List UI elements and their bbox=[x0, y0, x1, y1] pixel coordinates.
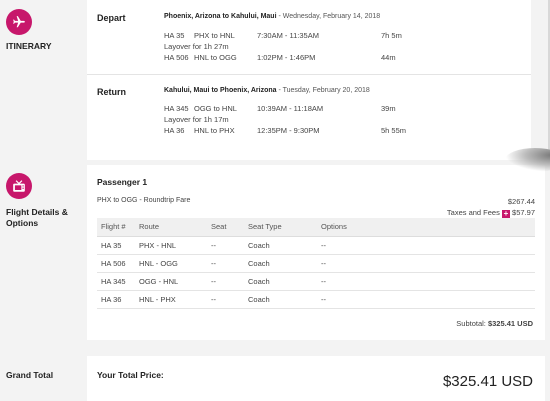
total-panel: Your Total Price: $325.41 USD bbox=[87, 356, 545, 401]
itinerary-section: ITINERARY Depart Phoenix, Arizona to Kah… bbox=[0, 0, 550, 160]
itinerary-sidebar: ITINERARY bbox=[0, 0, 84, 160]
return-seg2-route: HNL to PHX bbox=[194, 126, 235, 135]
cell-flight: HA 36 bbox=[97, 290, 135, 309]
return-seg1-duration: 39m bbox=[381, 104, 396, 113]
table-row: HA 35 PHX - HNL -- Coach -- bbox=[97, 236, 535, 255]
return-panel: Return Kahului, Maui to Phoenix, Arizona… bbox=[87, 74, 531, 160]
return-route: Kahului, Maui to Phoenix, Arizona bbox=[164, 87, 277, 94]
itinerary-label: ITINERARY bbox=[6, 41, 52, 51]
return-layover: Layover for 1h 17m bbox=[164, 115, 229, 124]
table-row: HA 36 HNL - PHX -- Coach -- bbox=[97, 290, 535, 309]
cell-seat: -- bbox=[207, 272, 244, 291]
details-label: Flight Details & Options bbox=[6, 207, 68, 229]
grand-total-label: Grand Total bbox=[6, 370, 54, 380]
details-label-line1: Flight Details & bbox=[6, 207, 68, 217]
total-price: $325.41 USD bbox=[442, 373, 533, 390]
depart-panel: Depart Phoenix, Arizona to Kahului, Maui… bbox=[87, 0, 531, 74]
return-seg1-route: OGG to HNL bbox=[194, 104, 237, 113]
passenger-panel: Passenger 1 PHX to OGG - Roundtrip Fare … bbox=[87, 165, 545, 340]
depart-seg2-route: HNL to OGG bbox=[194, 53, 237, 62]
col-options: Options bbox=[317, 218, 535, 237]
details-sidebar: Flight Details & Options bbox=[0, 165, 84, 340]
col-seat-type: Seat Type bbox=[244, 218, 317, 237]
depart-route: Phoenix, Arizona to Kahului, Maui bbox=[164, 13, 277, 20]
airplane-icon bbox=[6, 9, 32, 35]
cell-flight: HA 506 bbox=[97, 254, 135, 273]
depart-route-title: Phoenix, Arizona to Kahului, Maui - Wedn… bbox=[164, 13, 380, 20]
depart-seg2-duration: 44m bbox=[381, 53, 396, 62]
table-header-row: Flight # Route Seat Seat Type Options bbox=[97, 218, 535, 237]
return-label: Return bbox=[97, 87, 126, 97]
subtotal-label: Subtotal: bbox=[456, 319, 486, 328]
col-route: Route bbox=[135, 218, 207, 237]
taxes-row: Taxes and Fees + $57.97 bbox=[447, 208, 535, 218]
depart-seg2-flight: HA 506 bbox=[164, 53, 189, 62]
grand-total-section: Grand Total Your Total Price: $325.41 US… bbox=[0, 356, 550, 401]
depart-seg1-duration: 7h 5m bbox=[381, 31, 402, 40]
cell-route: HNL - OGG bbox=[135, 254, 207, 273]
depart-label: Depart bbox=[97, 13, 126, 23]
cell-flight: HA 35 bbox=[97, 236, 135, 255]
table-row: HA 345 OGG - HNL -- Coach -- bbox=[97, 272, 535, 291]
table-row: HA 506 HNL - OGG -- Coach -- bbox=[97, 254, 535, 273]
depart-seg1-times: 7:30AM - 11:35AM bbox=[257, 31, 319, 40]
taxes-amount: $57.97 bbox=[512, 208, 535, 217]
cell-options: -- bbox=[317, 236, 535, 255]
cell-route: PHX - HNL bbox=[135, 236, 207, 255]
cell-seat: -- bbox=[207, 236, 244, 255]
return-seg2-times: 12:35PM - 9:30PM bbox=[257, 126, 320, 135]
cell-options: -- bbox=[317, 272, 535, 291]
return-seg1-times: 10:39AM - 11:18AM bbox=[257, 104, 324, 113]
col-seat: Seat bbox=[207, 218, 244, 237]
taxes-label: Taxes and Fees bbox=[446, 208, 500, 217]
total-price-label: Your Total Price: bbox=[97, 370, 164, 380]
plus-icon[interactable]: + bbox=[501, 210, 510, 218]
flight-details-section: Flight Details & Options Passenger 1 PHX… bbox=[0, 165, 550, 340]
cell-seat: -- bbox=[207, 290, 244, 309]
cell-flight: HA 345 bbox=[97, 272, 135, 291]
passenger-name: Passenger 1 bbox=[97, 177, 148, 187]
cell-seat: -- bbox=[207, 254, 244, 273]
cell-route: OGG - HNL bbox=[135, 272, 207, 291]
cell-options: -- bbox=[317, 254, 535, 273]
depart-date: - Wednesday, February 14, 2018 bbox=[276, 13, 381, 20]
depart-seg1-flight: HA 35 bbox=[164, 31, 185, 40]
cell-seat-type: Coach bbox=[244, 254, 317, 273]
cell-seat-type: Coach bbox=[244, 272, 317, 291]
depart-layover: Layover for 1h 27m bbox=[164, 42, 229, 51]
subtotal: Subtotal: $325.41 USD bbox=[456, 319, 533, 328]
cell-options: -- bbox=[317, 290, 535, 309]
cell-seat-type: Coach bbox=[244, 236, 317, 255]
return-seg2-duration: 5h 55m bbox=[381, 126, 407, 135]
return-route-title: Kahului, Maui to Phoenix, Arizona - Tues… bbox=[164, 87, 370, 94]
details-label-line2: Options bbox=[6, 218, 39, 228]
subtotal-amount: $325.41 USD bbox=[487, 319, 533, 328]
return-seg2-flight: HA 36 bbox=[164, 126, 185, 135]
return-seg1-flight: HA 345 bbox=[164, 104, 189, 113]
fare-amount: $267.44 bbox=[507, 197, 535, 206]
fare-label: PHX to OGG - Roundtrip Fare bbox=[97, 197, 191, 204]
cell-route: HNL - PHX bbox=[135, 290, 207, 309]
flight-table: Flight # Route Seat Seat Type Options HA… bbox=[97, 218, 535, 309]
tv-icon bbox=[6, 173, 32, 199]
col-flight: Flight # bbox=[97, 218, 135, 237]
depart-seg2-times: 1:02PM - 1:46PM bbox=[257, 53, 316, 62]
cell-seat-type: Coach bbox=[244, 290, 317, 309]
return-date: - Tuesday, February 20, 2018 bbox=[276, 87, 370, 94]
depart-seg1-route: PHX to HNL bbox=[194, 31, 235, 40]
